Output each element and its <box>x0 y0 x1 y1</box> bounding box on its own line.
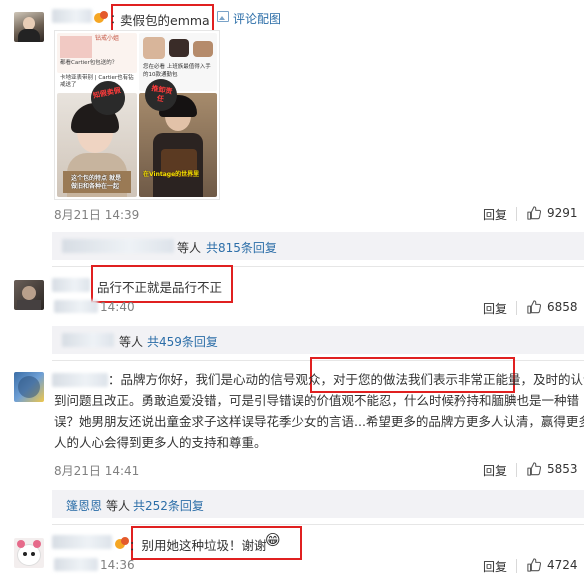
avatar[interactable] <box>14 538 44 568</box>
like-icon[interactable] <box>527 462 541 476</box>
reply-button[interactable]: 回复 <box>483 462 507 479</box>
comment-divider <box>52 524 584 525</box>
comment-image[interactable]: 钻戒小姐 都看Cartier包包送的？ 卡地亚表带别 | Cartier也有钻戒… <box>54 30 220 200</box>
like-count: 6858 <box>547 300 578 314</box>
comment-text: 卖假包的emma <box>120 13 210 28</box>
comment-text: ：品牌方你好，我们是心动的信号观众，对于您的做法我们表示非常正能量，及时的认识 … <box>54 372 584 450</box>
reply-button[interactable]: 回复 <box>483 558 507 575</box>
image-photo-right: 在Vintage的世界里 <box>139 93 217 197</box>
comment-time: 14:36 <box>100 558 135 572</box>
divider <box>516 207 517 221</box>
avatar[interactable] <box>14 12 44 42</box>
time-prefix-blurred <box>54 558 98 571</box>
reply-summary-label: 等人 <box>106 499 131 513</box>
comment-text: ：别用她这种垃圾！谢谢 <box>129 538 267 553</box>
divider <box>516 559 517 573</box>
reply-summary-label: 等人 <box>119 335 144 349</box>
avatar[interactable] <box>14 280 44 310</box>
like-count: 9291 <box>547 206 578 220</box>
vip-badge-icon <box>115 537 129 549</box>
like-count: 5853 <box>547 462 578 476</box>
image-card-top-left: 钻戒小姐 都看Cartier包包送的？ <box>57 33 137 73</box>
comment-time: 14:40 <box>100 300 135 314</box>
reply-button[interactable]: 回复 <box>483 206 507 223</box>
username-blurred[interactable] <box>52 9 92 23</box>
comment-image-link[interactable]: 评论配图 <box>233 10 281 27</box>
reply-button[interactable]: 回复 <box>483 300 507 317</box>
username-blurred[interactable] <box>52 278 90 292</box>
like-count: 4724 <box>547 558 578 572</box>
reply-count-link[interactable]: 共252条回复 <box>133 497 204 514</box>
comment-text: 品行不正就是品行不正 <box>97 280 223 295</box>
reply-user-link[interactable]: 篷恩恩 <box>66 497 102 514</box>
time-prefix-blurred <box>54 300 98 313</box>
reply-count-link[interactable]: 共815条回复 <box>206 239 277 256</box>
like-icon[interactable] <box>527 300 541 314</box>
reply-count-link[interactable]: 共459条回复 <box>147 333 218 350</box>
reply-user-blurred[interactable] <box>62 239 174 253</box>
like-icon[interactable] <box>527 558 541 572</box>
avatar[interactable] <box>14 372 44 402</box>
reply-summary <box>52 490 584 518</box>
comment-time: 8月21日 14:41 <box>54 464 140 478</box>
like-icon[interactable] <box>527 206 541 220</box>
divider <box>516 463 517 477</box>
vip-badge-icon <box>94 11 108 23</box>
username-blurred[interactable] <box>52 535 112 549</box>
divider <box>516 301 517 315</box>
reply-summary-label: 等人 <box>177 241 202 255</box>
comment-time: 8月21日 14:39 <box>54 208 140 222</box>
grin-emoji-icon: 😁 <box>265 531 281 549</box>
reply-user-blurred[interactable] <box>62 333 114 347</box>
image-icon <box>217 11 229 22</box>
